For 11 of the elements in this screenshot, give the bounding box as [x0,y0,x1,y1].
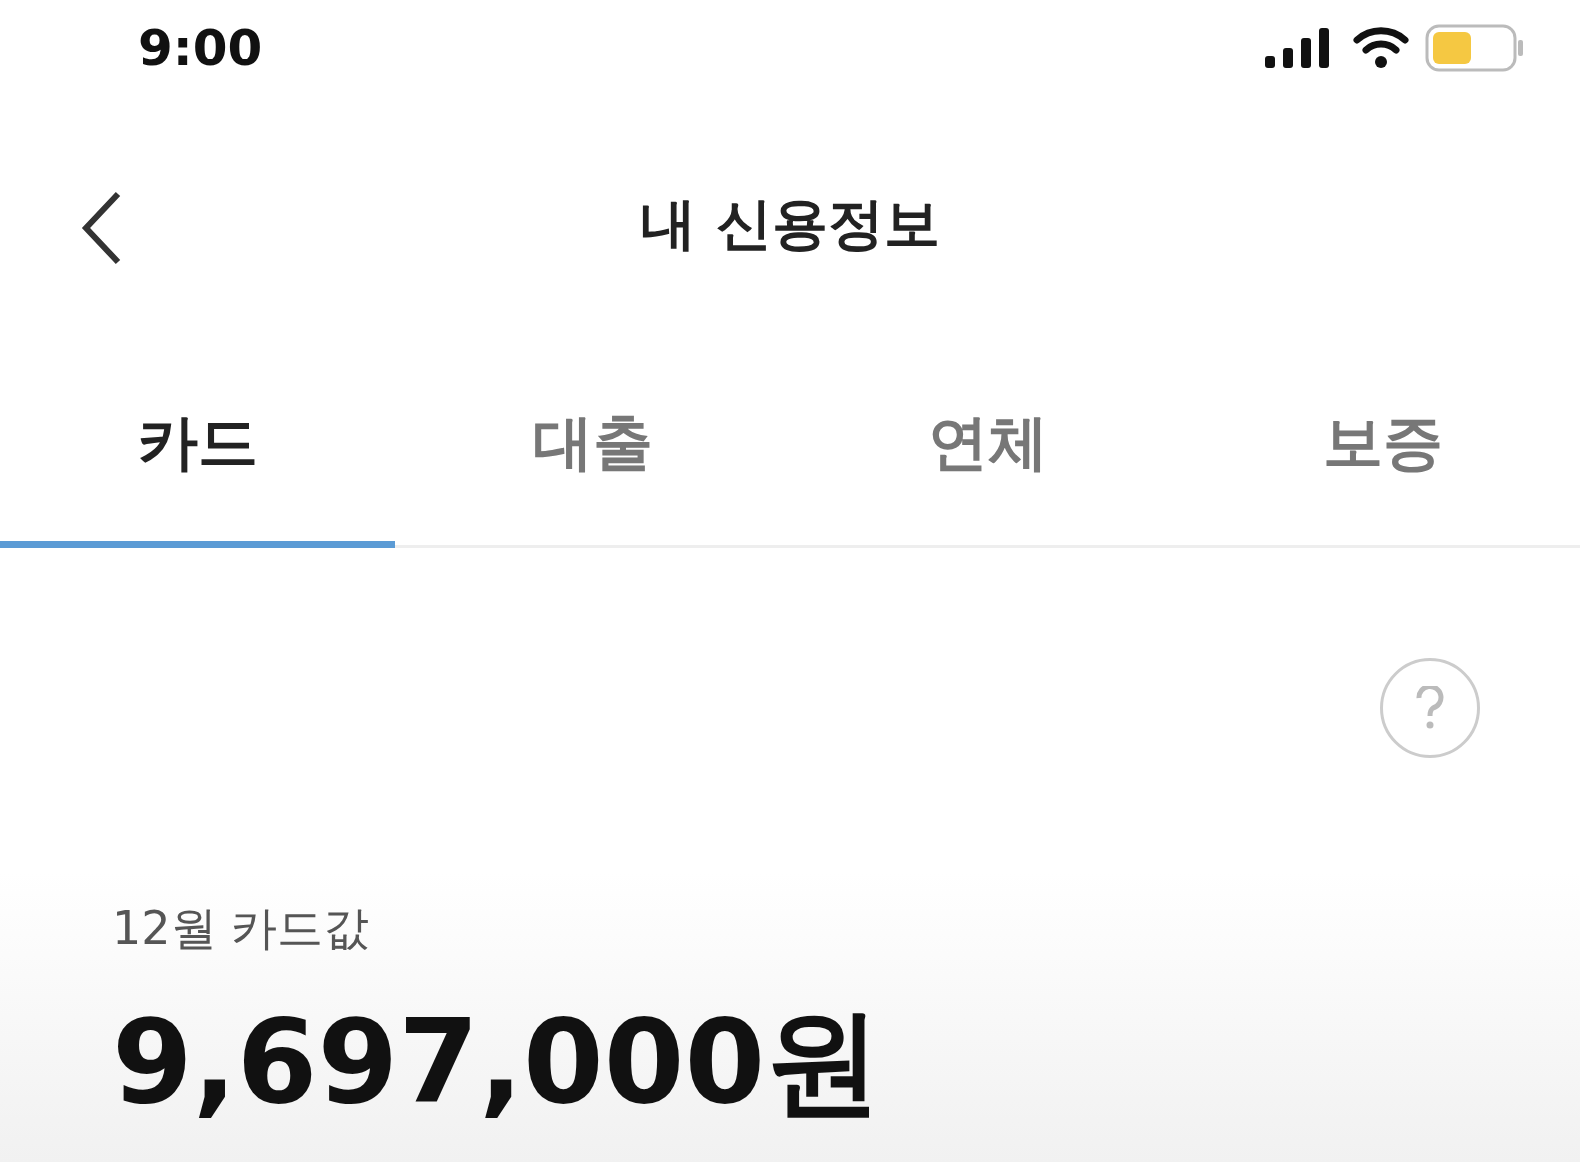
tab[interactable]: 연체 [790,355,1185,548]
tab[interactable]: 카드 [0,355,395,548]
tab[interactable]: 보증 [1185,355,1580,548]
wifi-icon [1353,25,1409,70]
page-title: 내 신용정보 [640,190,940,258]
status-time: 9:00 [138,18,263,77]
card-bill-label: 12월 카드값 [112,900,371,957]
tab[interactable]: 대출 [395,355,790,548]
card-bill-amount: 9,697,000원 [112,993,883,1131]
battery-icon [1425,23,1525,72]
help-icon [1415,686,1445,730]
